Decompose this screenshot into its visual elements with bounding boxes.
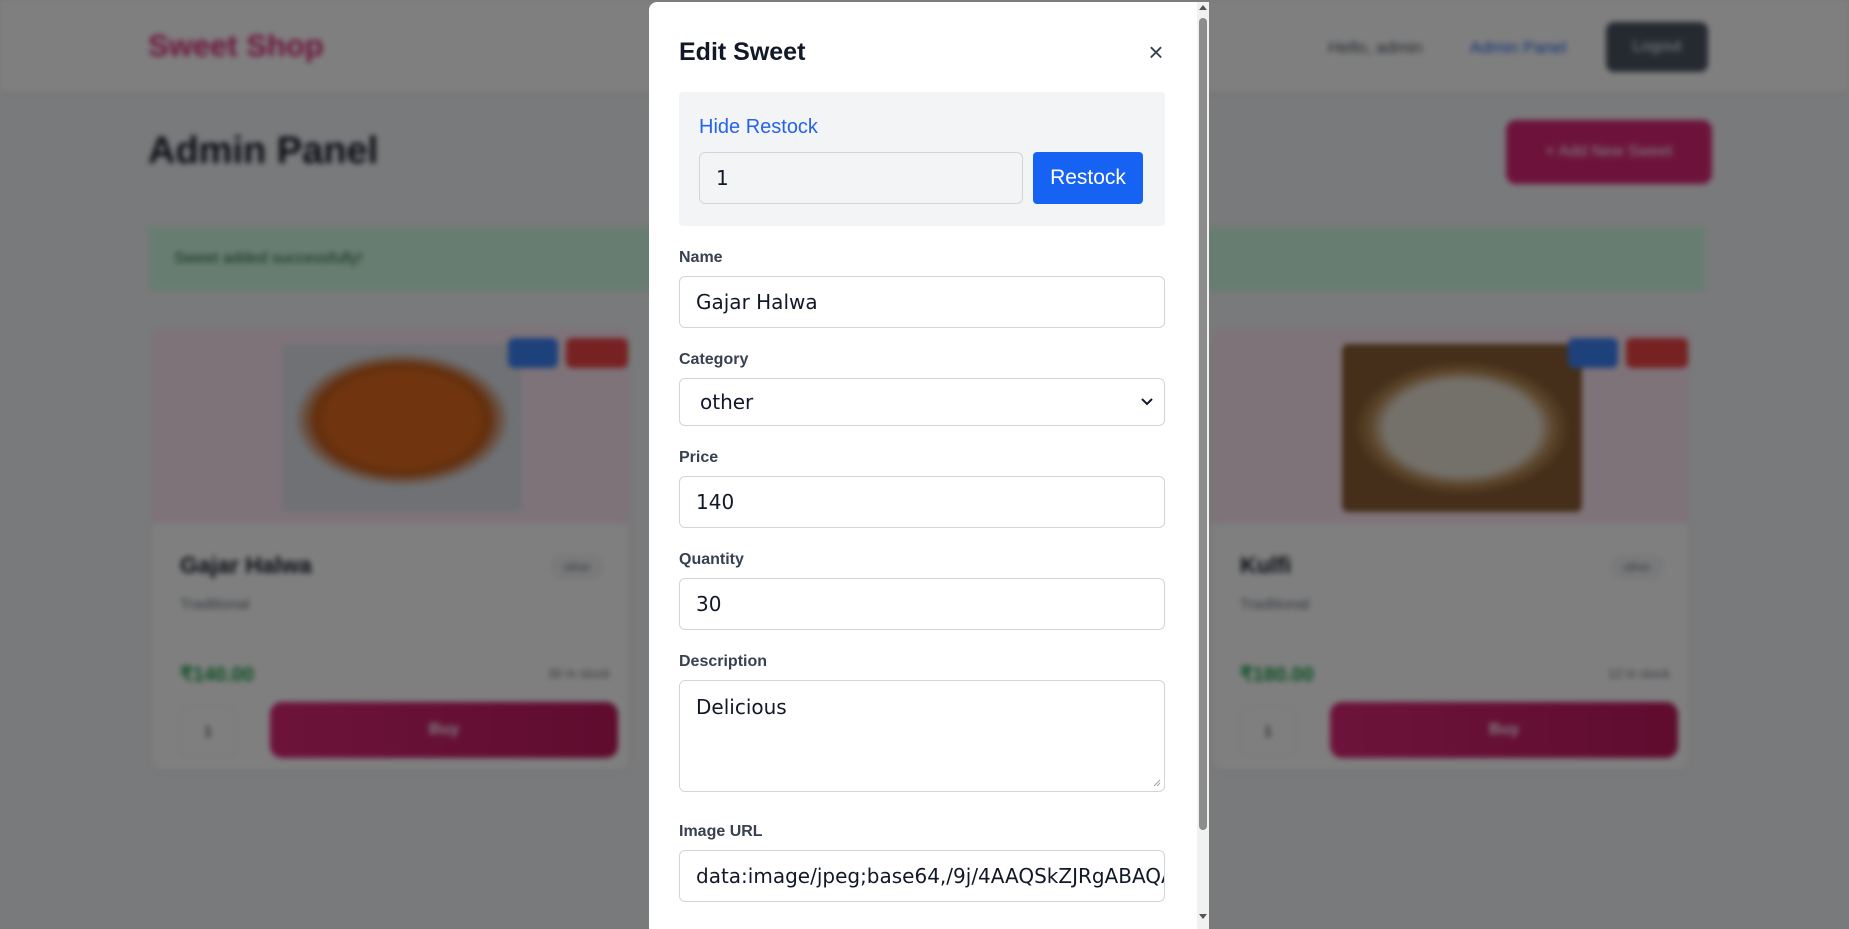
modal-title: Edit Sweet — [679, 38, 806, 66]
hide-restock-link[interactable]: Hide Restock — [699, 116, 818, 139]
image-url-input[interactable]: data:image/jpeg;base64,/9j/4AAQSkZJRgABA… — [679, 850, 1165, 902]
price-input[interactable]: 140 — [679, 476, 1165, 528]
image-url-label: Image URL — [679, 823, 763, 840]
restock-amount-input[interactable]: 1 — [699, 152, 1023, 204]
name-input[interactable]: Gajar Halwa — [679, 276, 1165, 328]
quantity-input[interactable]: 30 — [679, 578, 1165, 630]
scrollbar-thumb[interactable] — [1199, 18, 1207, 830]
chevron-down-icon — [1140, 379, 1154, 425]
scroll-up-arrow-icon[interactable] — [1199, 4, 1207, 14]
quantity-label: Quantity — [679, 551, 744, 568]
close-icon[interactable]: × — [1142, 38, 1170, 66]
category-label: Category — [679, 351, 749, 368]
restock-button[interactable]: Restock — [1033, 152, 1143, 204]
edit-sweet-modal: Edit Sweet × Hide Restock 1 Restock Name… — [649, 2, 1209, 929]
category-selected-value: other — [700, 390, 754, 414]
category-select[interactable]: other — [679, 378, 1165, 426]
resize-grip-icon[interactable] — [1151, 777, 1161, 789]
scroll-down-arrow-icon[interactable] — [1199, 912, 1207, 922]
description-textarea[interactable]: Delicious — [679, 680, 1165, 792]
name-label: Name — [679, 249, 723, 266]
restock-panel: Hide Restock 1 Restock — [679, 92, 1165, 226]
description-label: Description — [679, 653, 768, 670]
price-label: Price — [679, 449, 719, 466]
description-text: Delicious — [696, 695, 787, 719]
